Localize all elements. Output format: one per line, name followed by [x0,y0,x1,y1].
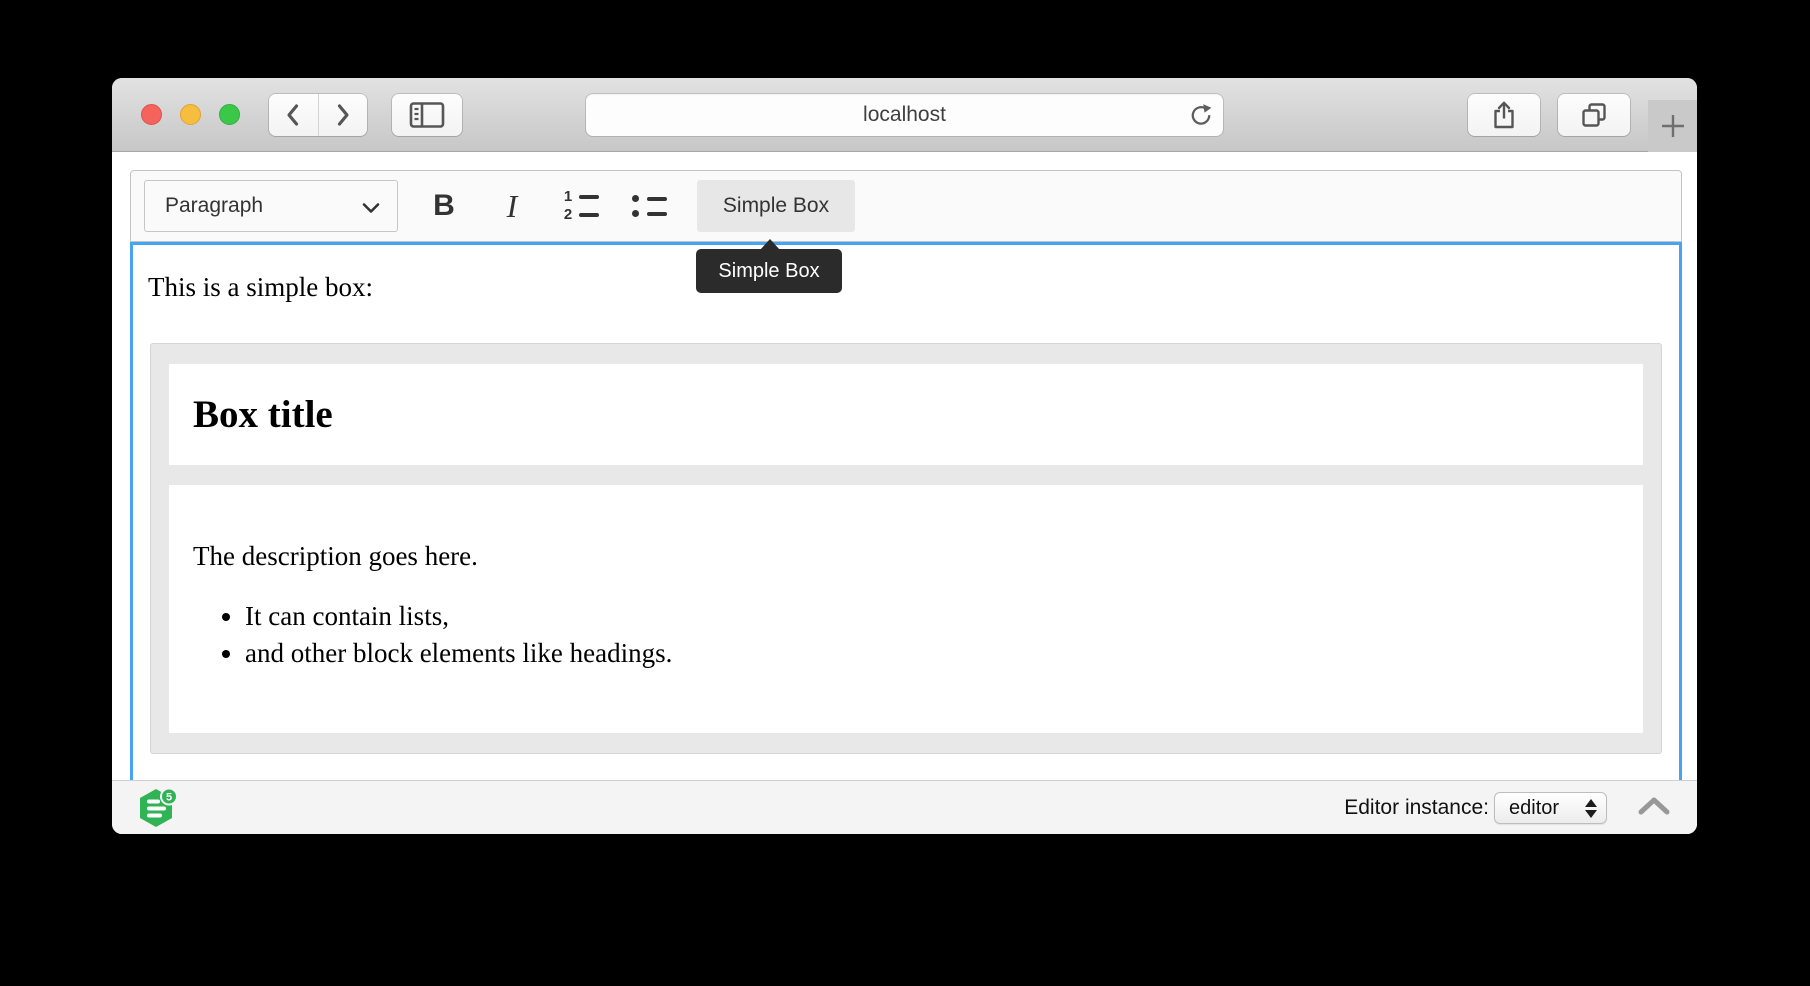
simple-box-button-label: Simple Box [723,194,829,218]
plus-icon [1659,112,1687,140]
simple-box-title-text: Box title [193,392,333,437]
editor-instance-select[interactable]: editor [1494,792,1607,824]
tooltip: Simple Box [696,249,842,293]
share-button[interactable] [1468,94,1540,136]
ckeditor-logo-icon: 5 [137,787,179,831]
reload-icon [1189,103,1213,127]
simple-box-title-field[interactable]: Box title [169,364,1643,465]
editor-instance-value: editor [1495,797,1559,820]
forward-button[interactable] [318,94,367,136]
select-arrows-icon [1585,799,1597,818]
tabs-icon [1580,101,1608,129]
editor-content[interactable]: This is a simple box: Box title The desc… [130,242,1682,780]
numbered-list-icon: 1 2 [563,192,599,220]
sidebar-icon [409,101,445,129]
simple-box-widget[interactable]: Box title The description goes here. It … [150,343,1662,754]
chevron-right-icon [334,102,352,128]
editor-toolbar: Paragraph B I 1 2 [130,170,1682,242]
bold-icon: B [433,189,455,223]
sidebar-toggle-button[interactable] [392,94,462,136]
list-item[interactable]: It can contain lists, [245,598,1619,635]
list-item[interactable]: and other block elements like headings. [245,635,1619,672]
chevron-left-icon [284,102,302,128]
description-list: It can contain lists, and other block el… [193,598,1619,672]
tabs-overview-button[interactable] [1558,94,1630,136]
italic-button[interactable]: I [487,180,537,232]
browser-window: localhost [112,78,1697,834]
bulleted-list-button[interactable] [623,180,675,232]
tooltip-arrow [760,239,780,250]
title-bar: localhost [112,78,1697,152]
description-paragraph[interactable]: The description goes here. [193,541,1619,572]
chevron-down-icon [361,201,381,215]
tooltip-text: Simple Box [718,260,819,283]
bold-button[interactable]: B [419,180,469,232]
editor-paragraph[interactable]: This is a simple box: [148,272,1664,303]
paragraph-dropdown[interactable]: Paragraph [144,180,398,232]
chevron-up-icon [1637,795,1671,819]
bulleted-list-icon [631,195,667,217]
simple-box-description-field[interactable]: The description goes here. It can contai… [169,485,1643,733]
logo-badge: 5 [166,792,172,804]
numbered-list-button[interactable]: 1 2 [555,180,607,232]
address-bar[interactable]: localhost [586,94,1223,136]
new-tab-button[interactable] [1648,100,1697,152]
nav-button-group [269,94,367,136]
paragraph-dropdown-label: Paragraph [145,194,263,218]
italic-icon: I [507,188,518,225]
inspector-bar: 5 Editor instance: editor [112,780,1697,834]
share-icon [1491,100,1517,130]
reload-button[interactable] [1189,103,1213,127]
minimize-button[interactable] [180,104,201,125]
editor-instance-label: Editor instance: [1344,781,1489,834]
inspector-expand-button[interactable] [1637,795,1671,821]
back-button[interactable] [269,94,318,136]
web-page: Paragraph B I 1 2 [112,152,1697,780]
zoom-button[interactable] [219,104,240,125]
simple-box-button[interactable]: Simple Box [697,180,855,232]
close-button[interactable] [141,104,162,125]
address-bar-url[interactable]: localhost [586,94,1223,136]
